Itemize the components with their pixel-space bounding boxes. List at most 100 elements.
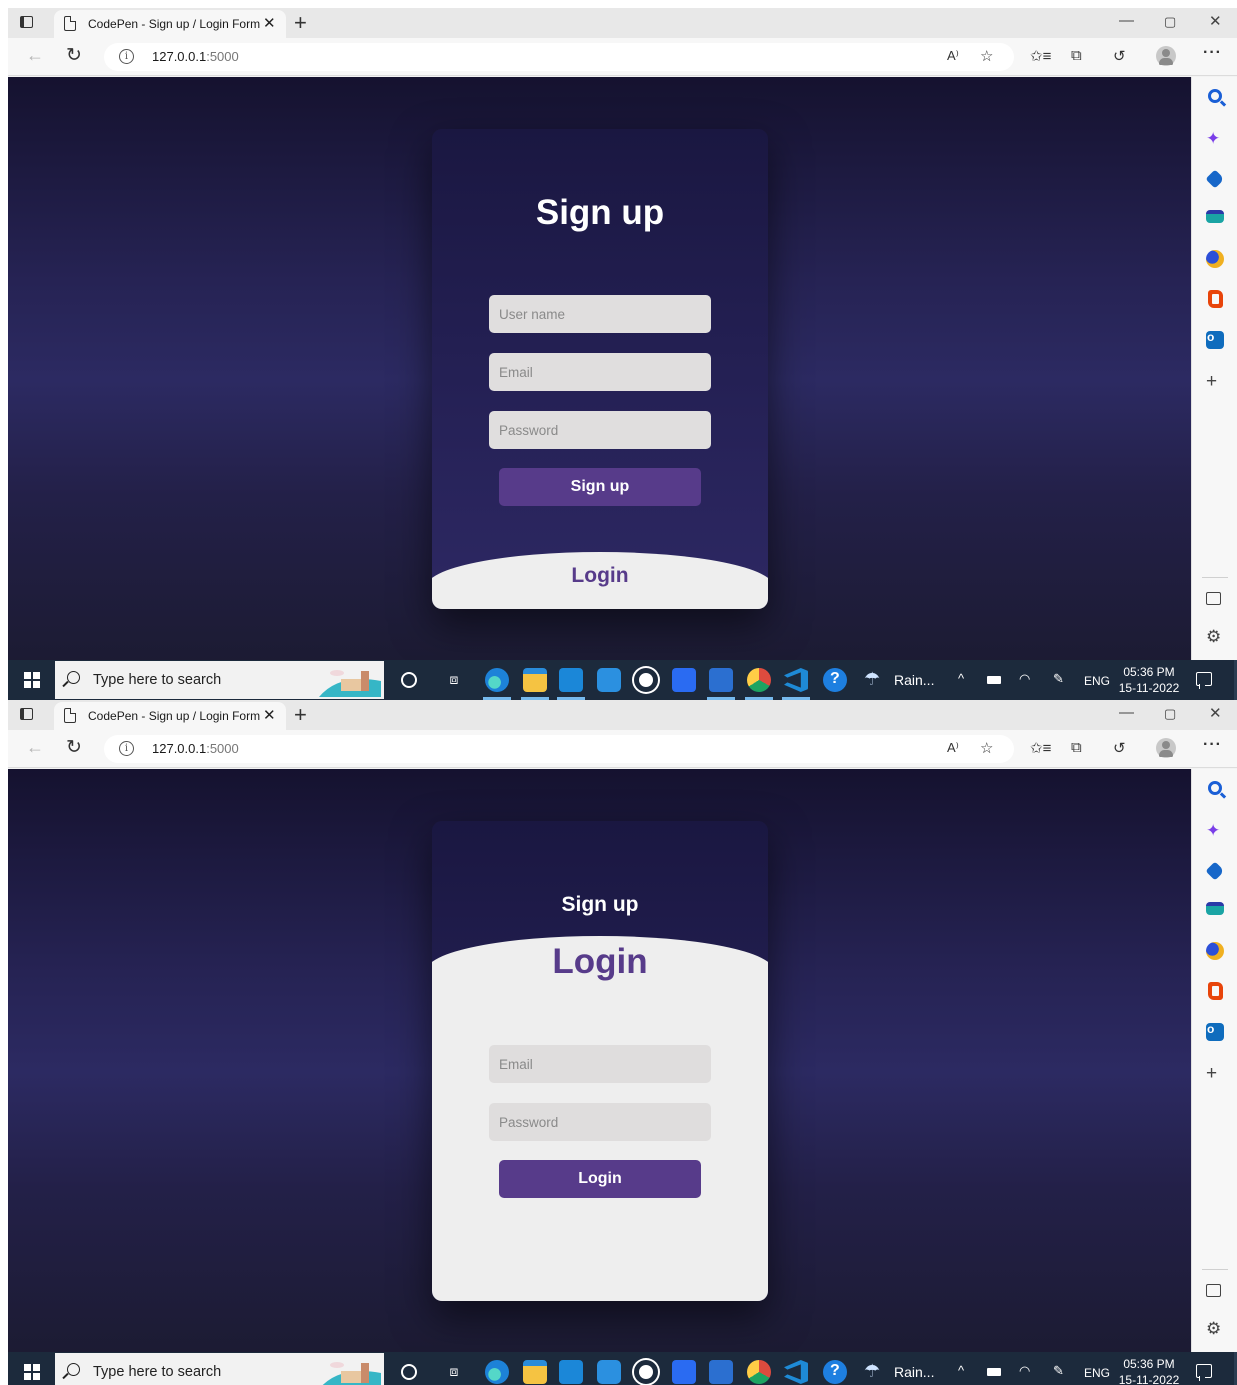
read-aloud-icon[interactable]: A⁾	[947, 740, 959, 756]
history-icon[interactable]: ↺	[1113, 739, 1126, 757]
battery-icon[interactable]	[987, 676, 1001, 684]
taskbar-search-box[interactable]: Type here to search	[55, 1353, 384, 1385]
start-windows-icon[interactable]	[24, 672, 40, 688]
sidebar-settings-icon[interactable]: ⚙	[1206, 1319, 1221, 1339]
back-arrow-icon[interactable]: ←	[26, 737, 44, 758]
vscode-app-icon[interactable]	[784, 668, 808, 692]
collections-icon[interactable]: ⧉	[1071, 739, 1082, 756]
sidebar-tools-icon[interactable]	[1206, 902, 1224, 915]
sidebar-games-icon[interactable]	[1206, 250, 1224, 268]
file-explorer-icon[interactable]	[523, 668, 547, 692]
sidebar-shopping-icon[interactable]	[1205, 169, 1225, 189]
address-bar[interactable]: i 127.0.0.1:5000	[104, 735, 1014, 763]
profile-avatar-icon[interactable]	[1156, 738, 1176, 758]
cortana-icon[interactable]	[401, 672, 417, 688]
login-button[interactable]: Login	[499, 1160, 701, 1198]
sidebar-settings-icon[interactable]: ⚙	[1206, 627, 1221, 647]
browser-tab[interactable]: CodePen - Sign up / Login Form ✕	[54, 10, 286, 38]
task-view-icon[interactable]: ⧈	[445, 671, 463, 689]
sidebar-office-icon[interactable]	[1208, 982, 1223, 1000]
store-app-icon[interactable]	[559, 1360, 583, 1384]
clock[interactable]: 05:36 PM 15-11-2022	[1116, 664, 1182, 696]
sidebar-discover-icon[interactable]: ✦	[1206, 129, 1220, 149]
window-close-icon[interactable]: ✕	[1209, 12, 1222, 30]
help-app-icon[interactable]	[823, 1360, 847, 1384]
new-tab-icon[interactable]: +	[294, 10, 307, 36]
vscode-app-icon[interactable]	[784, 1360, 808, 1384]
minimize-icon[interactable]: —	[1119, 12, 1134, 29]
profile-avatar-icon[interactable]	[1156, 46, 1176, 66]
signup-heading[interactable]: Sign up	[432, 893, 768, 917]
help-app-icon[interactable]	[823, 668, 847, 692]
wifi-icon[interactable]: ◠	[1019, 671, 1030, 687]
new-tab-icon[interactable]: +	[294, 702, 307, 728]
password-input[interactable]	[489, 1103, 711, 1141]
read-aloud-icon[interactable]: A⁾	[947, 48, 959, 64]
reload-icon[interactable]: ↻	[66, 44, 82, 67]
github-app-icon[interactable]	[634, 668, 658, 692]
language-indicator[interactable]: ENG	[1084, 674, 1110, 688]
history-icon[interactable]: ↺	[1113, 47, 1126, 65]
back-arrow-icon[interactable]: ←	[26, 45, 44, 66]
favorites-icon[interactable]: ✩≡	[1030, 739, 1051, 757]
tab-close-icon[interactable]: ✕	[263, 706, 276, 724]
sidebar-games-icon[interactable]	[1206, 942, 1224, 960]
restore-icon[interactable]: ▢	[1164, 14, 1176, 30]
signup-heading[interactable]: Sign up	[432, 193, 768, 233]
clock[interactable]: 05:36 PM 15-11-2022	[1116, 1356, 1182, 1385]
login-heading[interactable]: Login	[432, 942, 768, 982]
sidebar-outlook-icon[interactable]	[1206, 1022, 1224, 1041]
email-input[interactable]	[489, 353, 711, 391]
sidebar-search-icon[interactable]	[1208, 781, 1222, 795]
sidebar-hide-icon[interactable]	[1206, 1284, 1221, 1297]
password-input[interactable]	[489, 411, 711, 449]
file-explorer-icon[interactable]	[523, 1360, 547, 1384]
start-windows-icon[interactable]	[24, 1364, 40, 1380]
sidebar-hide-icon[interactable]	[1206, 592, 1221, 605]
username-input[interactable]	[489, 295, 711, 333]
edge-app-icon[interactable]	[485, 1360, 509, 1384]
window-close-icon[interactable]: ✕	[1209, 704, 1222, 722]
sidebar-outlook-icon[interactable]	[1206, 330, 1224, 349]
chrome-app-icon[interactable]	[747, 1360, 771, 1384]
tab-actions-icon[interactable]	[18, 706, 36, 724]
pen-icon[interactable]: ✎	[1053, 671, 1064, 687]
site-info-icon[interactable]: i	[119, 49, 134, 64]
collections-icon[interactable]: ⧉	[1071, 47, 1082, 64]
minimize-icon[interactable]: —	[1119, 704, 1134, 721]
language-indicator[interactable]: ENG	[1084, 1366, 1110, 1380]
email-input[interactable]	[489, 1045, 711, 1083]
sidebar-shopping-icon[interactable]	[1205, 861, 1225, 881]
tray-chevron-icon[interactable]: ^	[958, 671, 964, 686]
login-heading[interactable]: Login	[432, 564, 768, 588]
add-favorite-icon[interactable]: ☆	[980, 47, 993, 65]
sidebar-add-icon[interactable]: +	[1206, 1063, 1217, 1085]
wifi-icon[interactable]: ◠	[1019, 1363, 1030, 1379]
signup-button[interactable]: Sign up	[499, 468, 701, 506]
favorites-icon[interactable]: ✩≡	[1030, 47, 1051, 65]
pen-icon[interactable]: ✎	[1053, 1363, 1064, 1379]
sidebar-search-icon[interactable]	[1208, 89, 1222, 103]
more-options-icon[interactable]: ···	[1203, 44, 1222, 62]
site-info-icon[interactable]: i	[119, 741, 134, 756]
notification-icon[interactable]	[1196, 1364, 1212, 1381]
github-app-icon[interactable]	[634, 1360, 658, 1384]
store-app-icon[interactable]	[559, 668, 583, 692]
more-options-icon[interactable]: ···	[1203, 736, 1222, 754]
sidebar-tools-icon[interactable]	[1206, 210, 1224, 223]
battery-icon[interactable]	[987, 1368, 1001, 1376]
mail-app-icon[interactable]	[597, 1360, 621, 1384]
add-favorite-icon[interactable]: ☆	[980, 739, 993, 757]
mail-app-icon[interactable]	[597, 668, 621, 692]
notification-icon[interactable]	[1196, 672, 1212, 689]
browser-tab[interactable]: CodePen - Sign up / Login Form ✕	[54, 702, 286, 730]
word-app-icon[interactable]	[709, 668, 733, 692]
dropbox-app-icon[interactable]	[672, 1360, 696, 1384]
sidebar-discover-icon[interactable]: ✦	[1206, 821, 1220, 841]
tab-close-icon[interactable]: ✕	[263, 14, 276, 32]
reload-icon[interactable]: ↻	[66, 736, 82, 759]
tab-actions-icon[interactable]	[18, 14, 36, 32]
sidebar-office-icon[interactable]	[1208, 290, 1223, 308]
tray-chevron-icon[interactable]: ^	[958, 1363, 964, 1378]
sidebar-add-icon[interactable]: +	[1206, 371, 1217, 393]
